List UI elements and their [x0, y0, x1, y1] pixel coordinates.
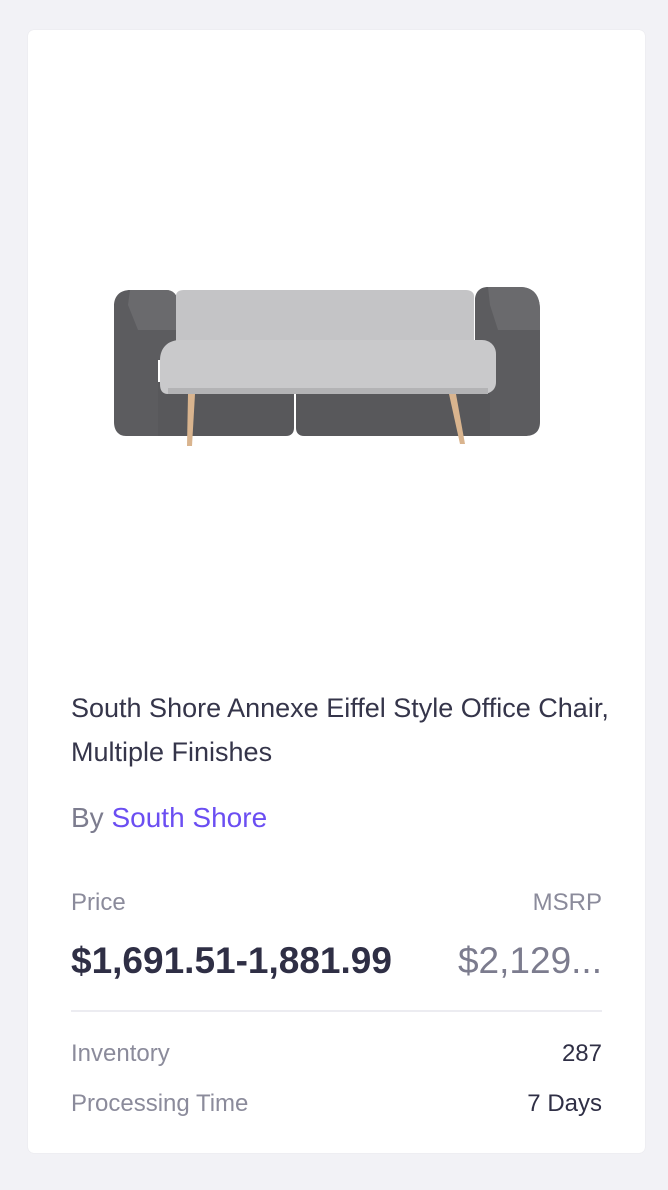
brand-link[interactable]: South Shore: [111, 802, 267, 833]
processing-time-value: 7 Days: [527, 1090, 602, 1117]
brand-line: By South Shore: [71, 800, 267, 836]
inventory-label: Inventory: [71, 1040, 170, 1067]
product-title[interactable]: South Shore Annexe Eiffel Style Office C…: [71, 686, 611, 774]
price-value: $1,691.51-1,881.99: [71, 940, 392, 981]
processing-time-label: Processing Time: [71, 1090, 249, 1117]
price-label: Price: [71, 889, 126, 916]
product-image[interactable]: [28, 30, 645, 670]
inventory-value: 287: [561, 1040, 602, 1067]
product-card[interactable]: South Shore Annexe Eiffel Style Office C…: [28, 30, 645, 1153]
msrp-label: MSRP: [532, 889, 602, 916]
divider: [71, 1010, 602, 1012]
msrp-value: $2,129...: [457, 940, 602, 981]
inventory-row: Inventory 287: [71, 1038, 602, 1070]
brand-prefix: By: [71, 802, 112, 833]
sofa-illustration: [114, 287, 540, 446]
processing-time-row: Processing Time 7 Days: [71, 1088, 602, 1120]
